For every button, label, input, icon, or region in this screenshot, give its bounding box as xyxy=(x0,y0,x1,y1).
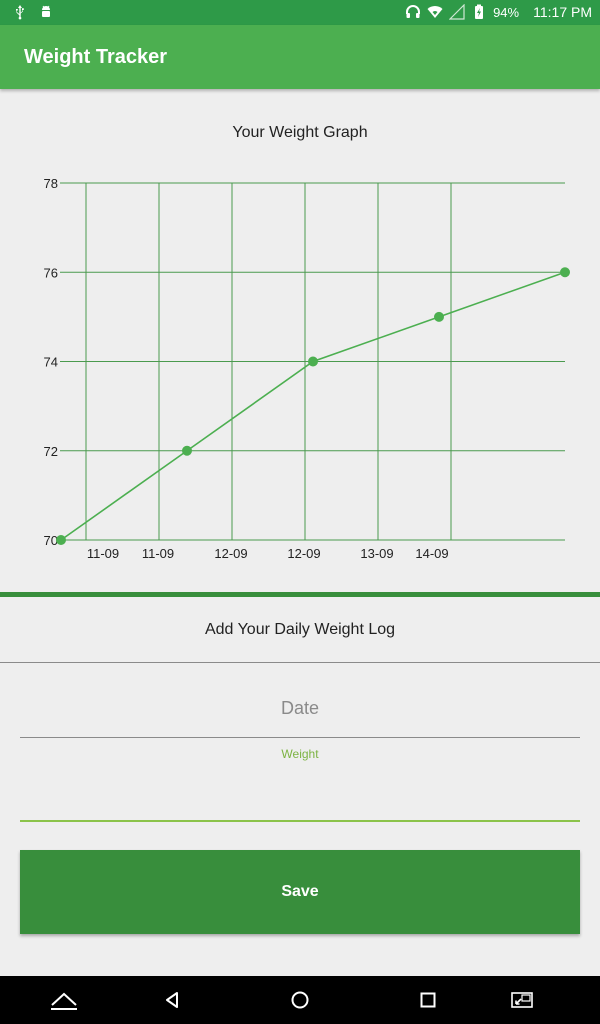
date-field[interactable] xyxy=(20,680,580,738)
home-icon xyxy=(291,991,309,1009)
battery-percent: 94% xyxy=(493,4,520,20)
x-tick-label: 11-09 xyxy=(87,546,119,561)
usb-icon xyxy=(16,5,24,20)
wifi-icon xyxy=(427,6,443,18)
save-button[interactable]: Save xyxy=(20,850,580,934)
log-title-divider xyxy=(0,662,600,663)
recents-button[interactable] xyxy=(398,976,458,1024)
x-tick-label: 14-09 xyxy=(415,546,448,561)
navigation-bar xyxy=(0,976,600,1024)
screen-rotate-icon xyxy=(511,992,533,1008)
x-tick-label: 12-09 xyxy=(287,546,320,561)
status-bar: 94% 11:17 PM xyxy=(0,0,600,25)
x-tick-label: 13-09 xyxy=(360,546,393,561)
home-button[interactable] xyxy=(270,976,330,1024)
keyboard-hide-button[interactable] xyxy=(34,976,94,1024)
y-tick-label: 70 xyxy=(44,533,58,548)
back-icon xyxy=(166,992,178,1008)
weight-label: Weight xyxy=(281,747,319,761)
back-button[interactable] xyxy=(142,976,202,1024)
android-icon xyxy=(42,5,50,17)
y-tick-label: 72 xyxy=(44,444,58,459)
y-tick-label: 74 xyxy=(44,355,58,370)
screen-rotate-button[interactable] xyxy=(492,976,552,1024)
x-tick-label: 12-09 xyxy=(214,546,247,561)
data-point xyxy=(56,535,66,545)
app-title: Weight Tracker xyxy=(24,46,168,68)
data-point xyxy=(308,356,318,367)
cell-signal-icon xyxy=(449,4,465,20)
x-tick-label: 11-09 xyxy=(142,546,174,561)
battery-charging-icon xyxy=(475,4,484,19)
headset-icon xyxy=(406,5,421,18)
section-divider xyxy=(0,592,600,597)
app-bar: Weight Tracker xyxy=(0,25,600,89)
data-point xyxy=(560,267,570,278)
weight-field[interactable] xyxy=(20,762,580,822)
series-line xyxy=(60,271,566,541)
data-point xyxy=(182,445,192,456)
clock: 11:17 PM xyxy=(533,4,592,20)
weight-graph: 70 72 74 76 78 11-09 11-09 12-09 12-09 13-09 14-09 xyxy=(44,176,570,561)
y-tick-label: 76 xyxy=(44,265,58,280)
graph-title: Your Weight Graph xyxy=(232,124,368,141)
log-section-title: Add Your Daily Weight Log xyxy=(204,621,396,638)
keyboard-hide-icon xyxy=(51,992,77,1010)
data-point xyxy=(434,311,444,322)
y-tick-label: 78 xyxy=(44,176,58,191)
recents-icon xyxy=(420,992,436,1008)
